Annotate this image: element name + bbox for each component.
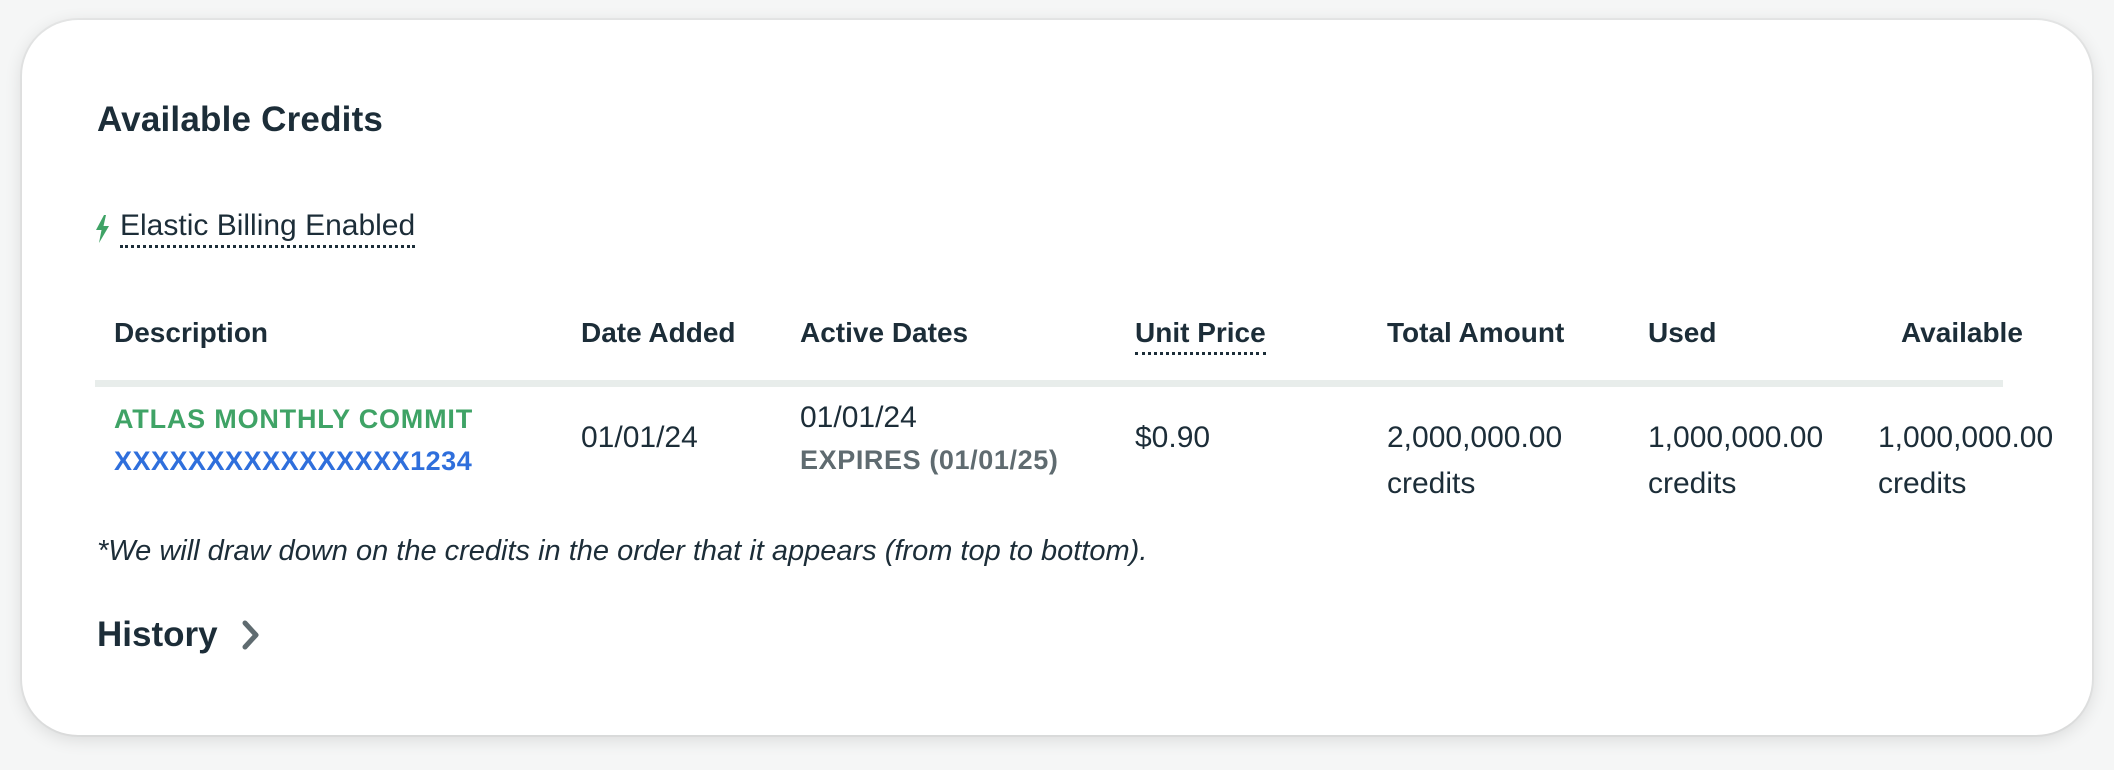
column-header-total-amount: Total Amount	[1387, 317, 1565, 348]
history-toggle[interactable]: History	[97, 615, 262, 655]
credit-id-link[interactable]: XXXXXXXXXXXXXXXX1234	[114, 446, 472, 477]
chevron-right-icon[interactable]	[240, 620, 262, 650]
available-value: 1,000,000.00	[1878, 421, 2054, 454]
draw-down-footnote: *We will draw down on the credits in the…	[97, 535, 1148, 567]
available-credits-card: Available Credits Elastic Billing Enable…	[22, 20, 2092, 735]
column-header-available: Available	[1901, 317, 2023, 348]
column-header-description: Description	[114, 317, 269, 348]
history-label[interactable]: History	[97, 615, 218, 655]
available-unit: credits	[1878, 467, 1967, 500]
page-title: Available Credits	[97, 100, 384, 139]
unit-price-value: $0.90	[1135, 421, 1211, 454]
table-row: ATLAS MONTHLY COMMIT XXXXXXXXXXXXXXXX123…	[95, 387, 2053, 522]
active-expiry-date: EXPIRES (01/01/25)	[800, 445, 1059, 475]
table-header: Description Date Added Active Dates Unit…	[95, 295, 2023, 387]
column-header-active-dates: Active Dates	[800, 317, 969, 348]
active-start-date: 01/01/24	[800, 401, 917, 434]
total-amount-value: 2,000,000.00	[1387, 421, 1563, 454]
used-unit: credits	[1648, 467, 1737, 500]
total-amount-unit: credits	[1387, 467, 1476, 500]
column-header-used: Used	[1648, 317, 1717, 348]
column-header-date-added: Date Added	[581, 317, 736, 348]
elastic-billing-label[interactable]: Elastic Billing Enabled	[120, 210, 416, 248]
lightning-bolt-icon	[96, 215, 109, 243]
credit-description-name: ATLAS MONTHLY COMMIT	[114, 404, 473, 434]
date-added-value: 01/01/24	[581, 421, 698, 454]
elastic-billing-status[interactable]: Elastic Billing Enabled	[95, 210, 416, 248]
column-header-unit-price[interactable]: Unit Price	[1135, 317, 1266, 355]
used-value: 1,000,000.00	[1648, 421, 1824, 454]
